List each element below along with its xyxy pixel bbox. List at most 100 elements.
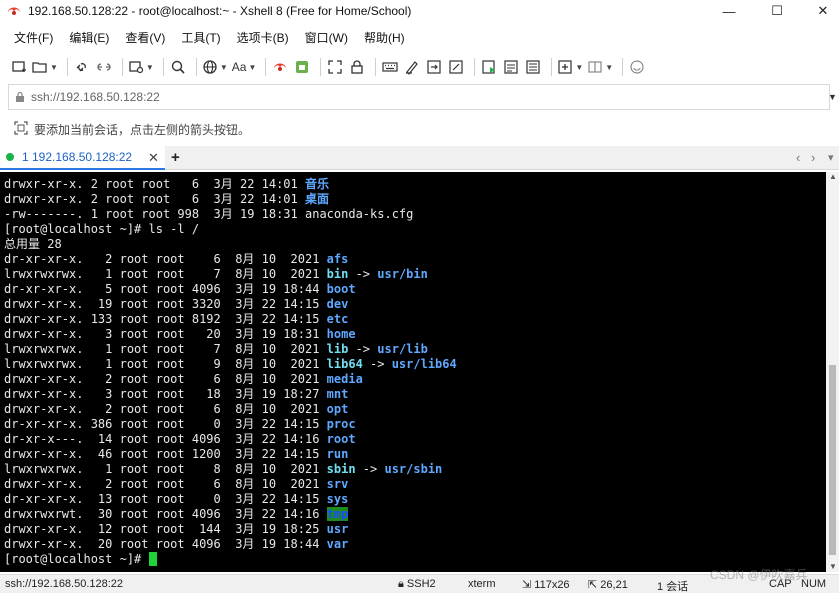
toolbar-divider [474, 58, 476, 76]
entry-attributes: drwxrwxrwt. 30 root root 4096 3月 22 14:1… [4, 507, 327, 521]
scrollbar-thumb[interactable] [829, 365, 836, 555]
listing-entries: dr-xr-xr-x. 2 root root 6 8月 10 2021 afs… [4, 252, 826, 552]
open-folder-icon[interactable]: ▼ [32, 57, 58, 77]
minimize-button[interactable]: — [706, 0, 752, 22]
menu-tools[interactable]: 工具(T) [181, 29, 220, 46]
scroll-down-icon[interactable]: ▼ [829, 562, 837, 571]
globe-icon[interactable]: ▼ [202, 57, 228, 77]
script-icon[interactable] [403, 57, 421, 77]
address-lock-icon [9, 91, 31, 103]
menu-file[interactable]: 文件(F) [14, 29, 53, 46]
compose-icon[interactable] [447, 57, 465, 77]
prompt: [root@localhost ~]# [4, 552, 149, 566]
transfer-icon[interactable] [425, 57, 443, 77]
entry-attributes: lrwxrwxrwx. 1 root root 8 8月 10 2021 [4, 462, 327, 476]
listing-line: drwxr-xr-x. 2 root root 6 8月 10 2021 srv [4, 477, 826, 492]
tab-session-1[interactable]: 1 192.168.50.128:22 ✕ [0, 146, 165, 170]
layout-icon[interactable]: ▼ [587, 57, 613, 77]
entry-name: sbin [326, 462, 356, 476]
lock-icon[interactable] [348, 57, 366, 77]
tab-scroll-left-icon[interactable]: ‹ [796, 150, 800, 165]
tab-list-icon[interactable]: ▾ [828, 151, 834, 164]
address-dropdown-icon[interactable]: ▼ [828, 92, 837, 102]
entry-name: mnt [326, 387, 349, 401]
new-tab-button[interactable]: + [171, 149, 180, 166]
terminal-cursor [148, 552, 157, 566]
close-window-button[interactable]: ✕ [800, 0, 839, 22]
entry-attributes: drwxr-xr-x. 2 root root 6 8月 10 2021 [4, 402, 327, 416]
tab-scroll-right-icon[interactable]: › [811, 150, 815, 165]
xshell-icon[interactable] [271, 57, 289, 77]
terminal-total-line: 总用量 28 [4, 237, 62, 251]
listing-line: drwxr-xr-x. 2 root root 6 8月 10 2021 opt [4, 402, 826, 417]
terminal[interactable]: drwxr-xr-x. 2 root root 6 3月 22 14:01 音乐… [0, 172, 826, 572]
link-arrow: -> [355, 462, 385, 476]
link-arrow: -> [348, 342, 378, 356]
listing-line: lrwxrwxrwx. 1 root root 7 8月 10 2021 bin… [4, 267, 826, 282]
menu-view[interactable]: 查看(V) [125, 29, 165, 46]
listing-line: lrwxrwxrwx. 1 root root 8 8月 10 2021 sbi… [4, 462, 826, 477]
listing-line: drwxr-xr-x. 133 root root 8192 3月 22 14:… [4, 312, 826, 327]
search-icon[interactable] [169, 57, 187, 77]
entry-name: media [326, 372, 363, 386]
listing-line: dr-xr-xr-x. 386 root root 0 3月 22 14:15 … [4, 417, 826, 432]
link-target: usr/bin [377, 267, 428, 281]
connected-status-icon [6, 153, 14, 161]
window-title: 192.168.50.128:22 - root@localhost:~ - X… [28, 4, 412, 18]
new-session-icon[interactable] [10, 57, 28, 77]
xftp-icon[interactable] [293, 57, 311, 77]
menu-edit[interactable]: 编辑(E) [69, 29, 109, 46]
help-icon[interactable] [628, 57, 646, 77]
entry-name: usr [326, 522, 349, 536]
entry-attributes: drwxr-xr-x. 12 root root 144 3月 19 18:25 [4, 522, 327, 536]
font-icon[interactable]: Aa ▼ [232, 57, 257, 77]
listing-line: drwxr-xr-x. 12 root root 144 3月 19 18:25… [4, 522, 826, 537]
entry-attributes: drwxr-xr-x. 2 root root 6 8月 10 2021 [4, 477, 327, 491]
entry-attributes: lrwxrwxrwx. 1 root root 7 8月 10 2021 [4, 267, 327, 281]
fullscreen-icon[interactable] [326, 57, 344, 77]
play-icon[interactable] [480, 57, 498, 77]
link-target: usr/lib64 [391, 357, 457, 371]
listing-line: drwxr-xr-x. 19 root root 3320 3月 22 14:1… [4, 297, 826, 312]
toolbar-divider [195, 58, 197, 76]
maximize-button[interactable]: ☐ [754, 0, 800, 22]
log-icon[interactable] [502, 57, 520, 77]
add-tab-icon[interactable]: ▼ [557, 57, 583, 77]
link-arrow: -> [348, 267, 378, 281]
terminal-line: drwxr-xr-x. 2 root root 6 3月 22 14:01 音乐 [4, 177, 330, 191]
dir-name: 音乐 [305, 177, 330, 191]
listing-line: dr-xr-xr-x. 13 root root 0 3月 22 14:15 s… [4, 492, 826, 507]
menu-window[interactable]: 窗口(W) [305, 29, 348, 46]
listing-line: lrwxrwxrwx. 1 root root 9 8月 10 2021 lib… [4, 357, 826, 372]
reconnect-icon[interactable]: ▼ [128, 57, 154, 77]
title-bar: 192.168.50.128:22 - root@localhost:~ - X… [0, 0, 839, 22]
toolbar-divider [375, 58, 377, 76]
toolbar-divider [162, 58, 164, 76]
add-session-hint-icon[interactable] [14, 120, 28, 138]
listing-line: drwxr-xr-x. 2 root root 6 8月 10 2021 med… [4, 372, 826, 387]
status-sessions: 1 会话 [657, 581, 689, 593]
entry-attributes: lrwxrwxrwx. 1 root root 7 8月 10 2021 [4, 342, 327, 356]
status-connection: ssh://192.168.50.128:22 [5, 578, 124, 590]
toolbar-divider [551, 58, 553, 76]
status-cursor-pos: ⇱ 26,21 [588, 579, 628, 591]
notes-icon[interactable] [524, 57, 542, 77]
entry-name: lib64 [326, 357, 363, 371]
keyboard-icon[interactable] [381, 57, 399, 77]
entry-name: dev [326, 297, 349, 311]
address-input[interactable] [31, 90, 791, 104]
tab-close-icon[interactable]: ✕ [148, 150, 159, 166]
entry-name: var [326, 537, 349, 551]
tab-label: 1 192.168.50.128:22 [22, 150, 133, 164]
entry-name: root [326, 432, 356, 446]
disconnect-icon[interactable] [95, 57, 113, 77]
link-arrow: -> [362, 357, 392, 371]
hint-text: 要添加当前会话，点击左侧的箭头按钮。 [34, 122, 251, 137]
menu-tabs[interactable]: 选项卡(B) [237, 29, 289, 46]
entry-attributes: lrwxrwxrwx. 1 root root 9 8月 10 2021 [4, 357, 327, 371]
menu-help[interactable]: 帮助(H) [364, 29, 405, 46]
entry-name: opt [326, 402, 349, 416]
connect-icon[interactable] [73, 57, 91, 77]
scroll-up-icon[interactable]: ▲ [829, 172, 837, 181]
listing-line: lrwxrwxrwx. 1 root root 7 8月 10 2021 lib… [4, 342, 826, 357]
